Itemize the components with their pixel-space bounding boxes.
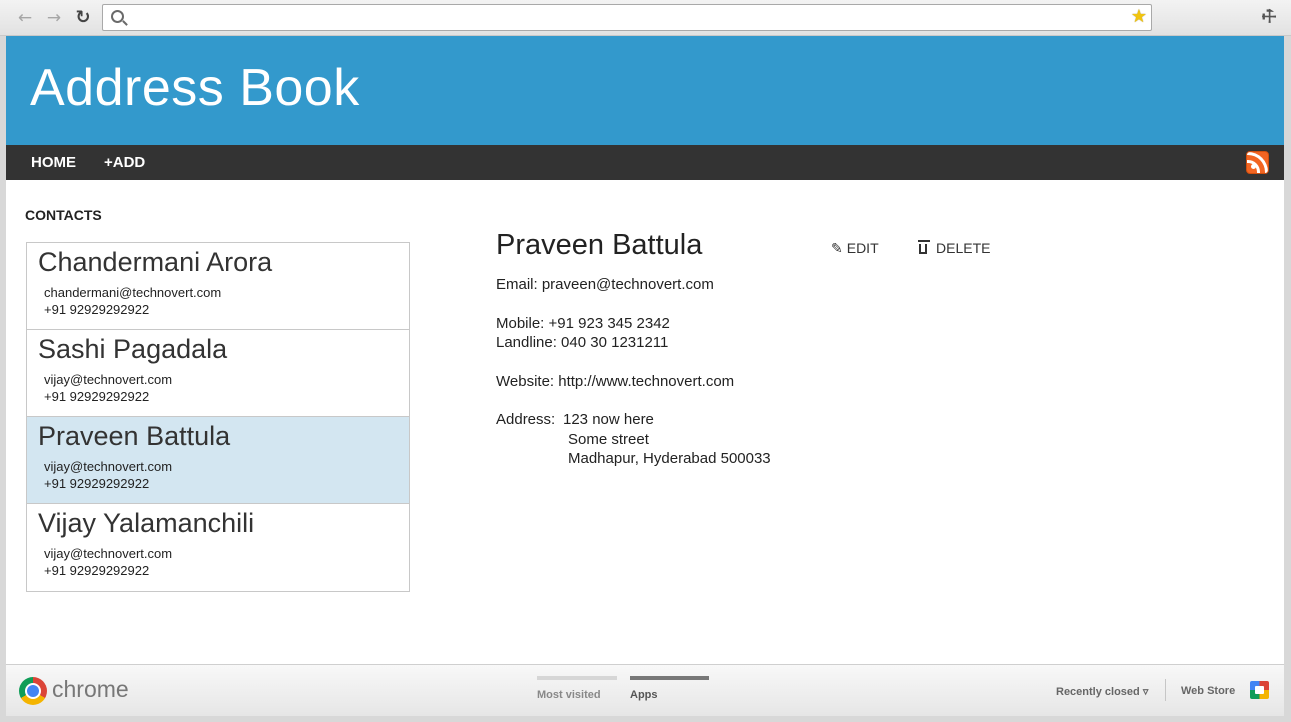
tab-apps[interactable]: Apps	[630, 676, 709, 706]
search-icon	[111, 10, 124, 23]
contact-name: Sashi Pagadala	[38, 334, 228, 364]
window-edge-right	[1284, 36, 1291, 722]
forward-button[interactable]: →	[43, 7, 65, 29]
contact-phone: +91 92929292922	[44, 476, 150, 491]
recently-closed-menu[interactable]: Recently closed ▿	[1056, 685, 1148, 698]
nav-home-link[interactable]: HOME	[31, 154, 76, 171]
edit-label: EDIT	[846, 240, 879, 256]
app-header: Address Book	[6, 36, 1284, 145]
chrome-brand: chrome	[52, 676, 129, 702]
contact-name: Vijay Yalamanchili	[38, 508, 255, 538]
detail-website: Website: http://www.technovert.com	[496, 373, 735, 390]
contact-item-selected[interactable]: Praveen Battula vijay@technovert.com +91…	[27, 417, 409, 504]
contact-phone: +91 92929292922	[44, 302, 150, 317]
pencil-icon: ✎	[831, 240, 843, 256]
tab-most-visited[interactable]: Most visited	[537, 676, 617, 706]
contact-name: Praveen Battula	[38, 421, 231, 451]
detail-name: Praveen Battula	[496, 229, 703, 261]
trash-icon	[918, 240, 930, 254]
contact-email: vijay@technovert.com	[44, 372, 173, 387]
omnibox[interactable]: ★	[102, 4, 1152, 31]
detail-address-label: Address:	[496, 411, 556, 428]
contact-item[interactable]: Sashi Pagadala vijay@technovert.com +91 …	[27, 330, 409, 417]
nav-add-link[interactable]: +ADD	[104, 154, 145, 171]
footer-divider	[1165, 679, 1166, 701]
bookmark-star-icon[interactable]: ★	[1131, 6, 1147, 28]
contact-item[interactable]: Chandermani Arora chandermani@technovert…	[27, 243, 409, 330]
browser-toolbar: ← → ↻ ★ ⚒	[0, 0, 1291, 36]
detail-address-line: Madhapur, Hyderabad 500033	[568, 450, 771, 467]
tab-label: Apps	[630, 689, 658, 701]
contacts-heading: CONTACTS	[25, 207, 102, 223]
contact-phone: +91 92929292922	[44, 563, 150, 578]
detail-address-line: 123 now here	[563, 411, 654, 428]
edit-button[interactable]: ✎ EDIT	[831, 240, 879, 257]
detail-mobile: Mobile: +91 923 345 2342	[496, 315, 670, 332]
reload-button[interactable]: ↻	[72, 7, 94, 29]
page-content: Address Book HOME +ADD CONTACTS Chanderm…	[6, 36, 1284, 664]
contact-name: Chandermani Arora	[38, 247, 273, 277]
delete-label: DELETE	[936, 240, 991, 256]
contact-email: chandermani@technovert.com	[44, 285, 222, 300]
detail-landline: Landline: 040 30 1231211	[496, 334, 669, 351]
contact-email: vijay@technovert.com	[44, 546, 173, 561]
wrench-icon[interactable]: ⚒	[1257, 5, 1282, 30]
detail-email: Email: praveen@technovert.com	[496, 276, 714, 293]
contact-phone: +91 92929292922	[44, 389, 150, 404]
nav-bar: HOME +ADD	[6, 145, 1284, 180]
contact-item[interactable]: Vijay Yalamanchili vijay@technovert.com …	[27, 504, 409, 591]
tab-label: Most visited	[537, 689, 601, 701]
web-store-link[interactable]: Web Store	[1181, 685, 1235, 697]
window-edge-bottom	[0, 716, 1291, 722]
back-button[interactable]: ←	[14, 7, 36, 29]
delete-button[interactable]: DELETE	[918, 240, 991, 256]
web-store-icon[interactable]	[1250, 681, 1269, 699]
contact-list: Chandermani Arora chandermani@technovert…	[26, 242, 410, 592]
contact-email: vijay@technovert.com	[44, 459, 173, 474]
page-title: Address Book	[30, 59, 360, 117]
detail-address-line: Some street	[568, 431, 649, 448]
chrome-logo-icon	[19, 677, 47, 705]
rss-icon[interactable]	[1246, 151, 1269, 174]
browser-footer: chrome Most visited Apps Recently closed…	[6, 664, 1284, 716]
